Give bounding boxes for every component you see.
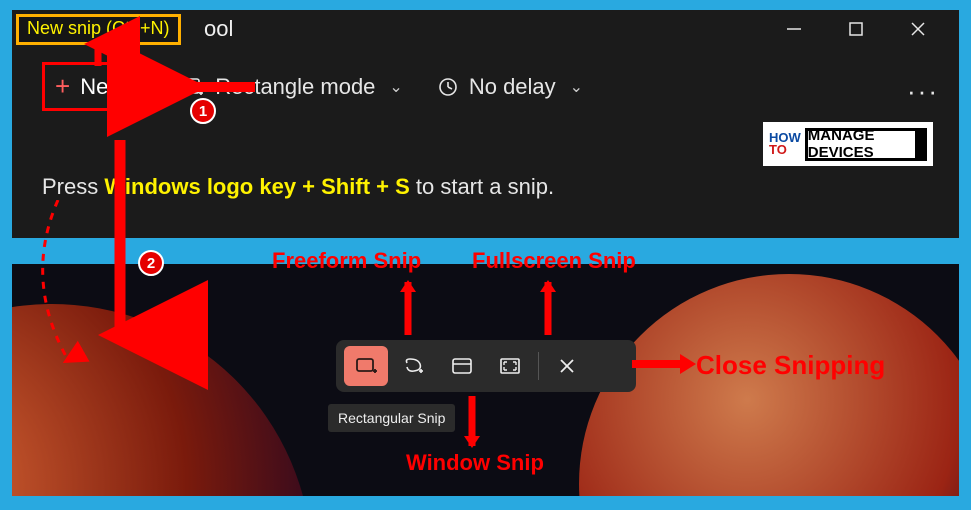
arrow-annotation (538, 280, 558, 340)
arrow-annotation (100, 140, 140, 350)
logo-to: TO (769, 142, 787, 157)
chevron-down-icon: ⌄ (570, 77, 583, 97)
arrow-annotation (462, 392, 482, 448)
instr-suffix: to start a snip. (410, 174, 554, 199)
delay-dropdown[interactable]: No delay ⌄ (437, 74, 583, 100)
window-controls (779, 14, 951, 44)
snip-tooltip-text: Rectangular Snip (338, 410, 445, 426)
more-icon: ··· (907, 76, 939, 106)
arrow-annotation (398, 280, 418, 340)
annotation-fullscreen: Fullscreen Snip (472, 248, 636, 274)
logo-howto: HOWTO (769, 132, 801, 156)
snipping-tool-window: New snip (Ctrl+N) ool + New Rectangle mo… (12, 10, 959, 238)
plus-icon: + (55, 71, 70, 102)
arrow-annotation (175, 72, 265, 102)
fullscreen-snip-button[interactable] (488, 346, 532, 386)
watermark-logo: HOWTO MANAGE DEVICES (763, 122, 933, 166)
annotation-freeform: Freeform Snip (272, 248, 421, 274)
arrow-annotation (630, 352, 696, 376)
new-button-label: New (80, 74, 124, 100)
delay-label: No delay (469, 74, 556, 100)
tooltip-text: New snip (Ctrl+N) (27, 18, 170, 38)
more-button[interactable]: ··· (907, 76, 939, 107)
snip-mode-toolbar (336, 340, 636, 392)
freeform-snip-button[interactable] (392, 346, 436, 386)
annotation-window: Window Snip (406, 450, 544, 476)
wallpaper-swirl (579, 274, 959, 496)
minimize-button[interactable] (779, 14, 809, 44)
dashed-arrow-annotation (18, 200, 98, 370)
chevron-down-icon: ⌄ (389, 77, 402, 97)
arrow-annotation (88, 38, 108, 68)
toolbar: + New Rectangle mode ⌄ No delay ⌄ (42, 62, 583, 111)
instr-prefix: Press (42, 174, 104, 199)
close-window-button[interactable] (903, 14, 933, 44)
rectangular-snip-tooltip: Rectangular Snip (328, 404, 455, 432)
annotation-badge-2: 2 (138, 250, 164, 276)
logo-brand: MANAGE DEVICES (805, 128, 927, 161)
rectangular-snip-button[interactable] (344, 346, 388, 386)
window-title-fragment: ool (204, 16, 233, 42)
annotation-badge-1: 1 (190, 98, 216, 124)
new-button[interactable]: + New (42, 62, 145, 111)
annotation-close: Close Snipping (696, 350, 885, 381)
window-snip-button[interactable] (440, 346, 484, 386)
instr-highlight: Windows logo key + Shift + S (104, 174, 409, 199)
close-snip-button[interactable] (545, 346, 589, 386)
divider (538, 352, 539, 380)
clock-icon (437, 76, 459, 98)
maximize-button[interactable] (841, 14, 871, 44)
